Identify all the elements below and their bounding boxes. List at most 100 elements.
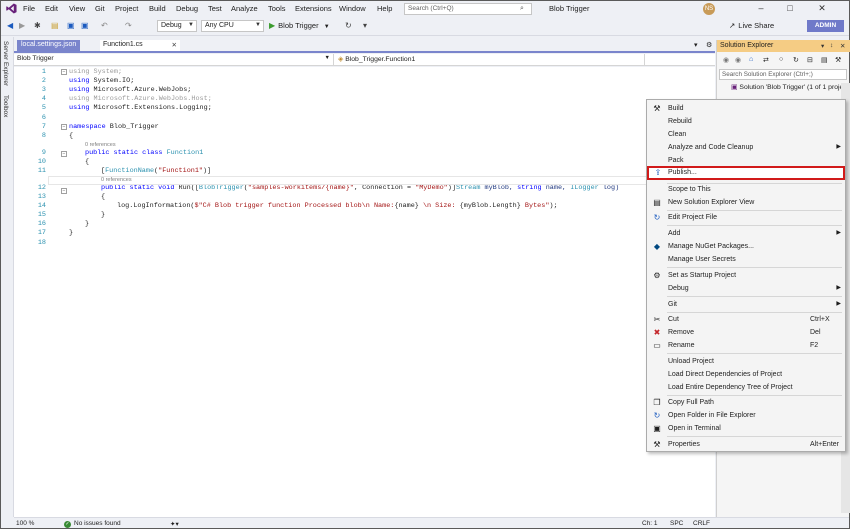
- menu-window[interactable]: Window: [339, 4, 366, 13]
- cursor-position: Ch: 1: [642, 520, 658, 527]
- zoom-level[interactable]: 100 %: [16, 520, 34, 527]
- menu-item-add[interactable]: Add ▶: [648, 227, 844, 240]
- run-label: Blob Trigger: [278, 21, 319, 30]
- switch-views-icon[interactable]: ⇄: [763, 56, 769, 64]
- start-debugging-button[interactable]: ▶ Blob Trigger ▼: [269, 21, 330, 30]
- menu-project[interactable]: Project: [115, 4, 138, 13]
- menu-item-nuget[interactable]: ◆ Manage NuGet Packages...: [648, 240, 844, 253]
- menu-item-load-tree[interactable]: Load Entire Dependency Tree of Project: [648, 381, 844, 394]
- server-explorer-tab[interactable]: Server Explorer: [2, 41, 9, 86]
- code-line-12: public static void Run([BlobTrigger("sam…: [101, 184, 619, 192]
- solution-label: Solution 'Blob Trigger' (1 of 1 proje: [739, 84, 844, 91]
- close-icon[interactable]: ✕: [814, 2, 830, 15]
- menu-git[interactable]: Git: [95, 4, 105, 13]
- collapse-icon[interactable]: −: [61, 188, 67, 194]
- menu-item-open-folder[interactable]: ↻ Open Folder in File Explorer: [648, 409, 844, 422]
- menu-tools[interactable]: Tools: [268, 4, 286, 13]
- pin-icon[interactable]: ↕: [830, 42, 833, 49]
- avatar[interactable]: NS: [703, 3, 715, 15]
- save-icon[interactable]: ▣: [67, 21, 75, 31]
- menu-item-properties[interactable]: ⚒ Properties Alt+Enter: [648, 438, 844, 451]
- maximize-icon[interactable]: □: [782, 2, 798, 15]
- forward-icon[interactable]: ◉: [735, 56, 741, 64]
- admin-badge[interactable]: ADMIN: [807, 20, 844, 32]
- toolbar-overflow-icon[interactable]: ▾: [363, 21, 367, 31]
- menu-item-publish[interactable]: ⇪ Publish...: [647, 166, 845, 180]
- settings-icon[interactable]: ⚙: [706, 41, 712, 49]
- navigation-bar: Blob Trigger ▼ ◈ Blob_Trigger.Function1: [14, 54, 715, 66]
- whitespace-mode[interactable]: SPC: [670, 520, 683, 527]
- configuration-select[interactable]: Debug ▼: [157, 20, 197, 32]
- live-share-button[interactable]: ↗ Live Share: [729, 21, 774, 30]
- tab-local-settings[interactable]: local.settings.json: [17, 40, 81, 51]
- redo-icon[interactable]: ↷: [125, 21, 132, 31]
- menu-item-build[interactable]: ⚒ Build: [648, 102, 844, 115]
- menu-help[interactable]: Help: [377, 4, 392, 13]
- menu-item-open-terminal[interactable]: ▣ Open in Terminal: [648, 422, 844, 435]
- solution-search-input[interactable]: Search Solution Explorer (Ctrl+;): [719, 69, 847, 80]
- menu-item-copy-path[interactable]: ❐ Copy Full Path: [648, 396, 844, 409]
- open-folder-icon[interactable]: ▤: [51, 21, 59, 31]
- line-ending-mode[interactable]: CRLF: [693, 520, 710, 527]
- toolbox-tab[interactable]: Toolbox: [2, 95, 9, 117]
- menu-edit[interactable]: Edit: [45, 4, 58, 13]
- menu-item-label: Add: [668, 230, 681, 237]
- menu-build[interactable]: Build: [149, 4, 166, 13]
- collapse-icon[interactable]: −: [61, 124, 67, 130]
- menu-item-scope[interactable]: Scope to This: [648, 183, 844, 196]
- git-actions-icon[interactable]: ✦▾: [170, 520, 179, 528]
- collapse-icon[interactable]: −: [61, 151, 67, 157]
- menu-analyze[interactable]: Analyze: [231, 4, 258, 13]
- menu-item-label: Set as Startup Project: [668, 272, 737, 279]
- menu-item-analyze[interactable]: Analyze and Code Cleanup ▶: [648, 141, 844, 154]
- collapse-icon[interactable]: −: [61, 69, 67, 75]
- menu-item-startup[interactable]: ⚙ Set as Startup Project: [648, 269, 844, 282]
- menu-item-rebuild[interactable]: Rebuild: [648, 115, 844, 128]
- minimize-icon[interactable]: –: [753, 2, 769, 15]
- member-dropdown[interactable]: ◈ Blob_Trigger.Function1: [335, 54, 645, 65]
- menu-view[interactable]: View: [69, 4, 85, 13]
- menu-item-new-view[interactable]: ▤ New Solution Explorer View: [648, 196, 844, 209]
- chevron-down-icon[interactable]: ▾: [821, 42, 824, 50]
- menu-item-edit-project[interactable]: ↻ Edit Project File: [648, 211, 844, 224]
- hot-reload-icon[interactable]: ↻: [345, 21, 352, 31]
- show-all-files-icon[interactable]: ▤: [821, 56, 828, 64]
- menu-test[interactable]: Test: [208, 4, 222, 13]
- new-window-icon: ▤: [653, 198, 661, 207]
- menu-item-cut[interactable]: ✂ Cut Ctrl+X: [648, 313, 844, 326]
- wrench-icon[interactable]: ⚒: [835, 56, 841, 64]
- back-icon[interactable]: ◉: [723, 56, 729, 64]
- platform-select[interactable]: Any CPU ▼: [201, 20, 264, 32]
- new-item-icon[interactable]: ✱: [34, 21, 41, 31]
- code-token: Microsoft.Azure.WebJobs;: [93, 86, 192, 94]
- menu-item-git[interactable]: Git ▶: [648, 298, 844, 311]
- menu-item-secrets[interactable]: Manage User Secrets: [648, 253, 844, 266]
- solution-node[interactable]: ▣ Solution 'Blob Trigger' (1 of 1 proje: [731, 83, 843, 91]
- search-box[interactable]: Search (Ctrl+Q) ⌕: [404, 3, 532, 15]
- issues-indicator[interactable]: ✓ No issues found: [64, 520, 121, 528]
- tab-function1[interactable]: Function1.cs ✕: [100, 40, 180, 51]
- forward-icon[interactable]: ▶: [19, 21, 25, 31]
- menu-item-remove[interactable]: ✖ Remove Del: [648, 326, 844, 339]
- close-tab-icon[interactable]: ✕: [172, 41, 177, 49]
- tab-list-icon[interactable]: ▾: [694, 41, 698, 49]
- close-icon[interactable]: ✕: [840, 42, 845, 50]
- menu-file[interactable]: File: [23, 4, 35, 13]
- code-editor[interactable]: 1 2 3 4 5 6 7 8 9 10 11 12 13 14 15 16 17 18 − − − − usin…: [14, 67, 715, 517]
- collapse-all-icon[interactable]: ⊟: [807, 56, 813, 64]
- undo-icon[interactable]: ↶: [101, 21, 108, 31]
- menu-item-load-direct[interactable]: Load Direct Dependencies of Project: [648, 368, 844, 381]
- menu-item-debug[interactable]: Debug ▶: [648, 282, 844, 295]
- project-dropdown[interactable]: Blob Trigger ▼: [14, 54, 334, 65]
- menu-item-unload[interactable]: Unload Project: [648, 355, 844, 368]
- menu-extensions[interactable]: Extensions: [295, 4, 332, 13]
- home-icon[interactable]: ⌂: [749, 56, 753, 63]
- save-all-icon[interactable]: ▣: [81, 21, 89, 31]
- sync-icon[interactable]: ↻: [793, 56, 799, 64]
- menu-debug[interactable]: Debug: [176, 4, 198, 13]
- menu-item-clean[interactable]: Clean: [648, 128, 844, 141]
- codelens-references[interactable]: 0 references: [85, 142, 116, 148]
- pending-changes-icon[interactable]: ○: [779, 56, 783, 63]
- menu-item-rename[interactable]: ▭ Rename F2: [648, 339, 844, 352]
- back-icon[interactable]: ◀: [7, 21, 13, 31]
